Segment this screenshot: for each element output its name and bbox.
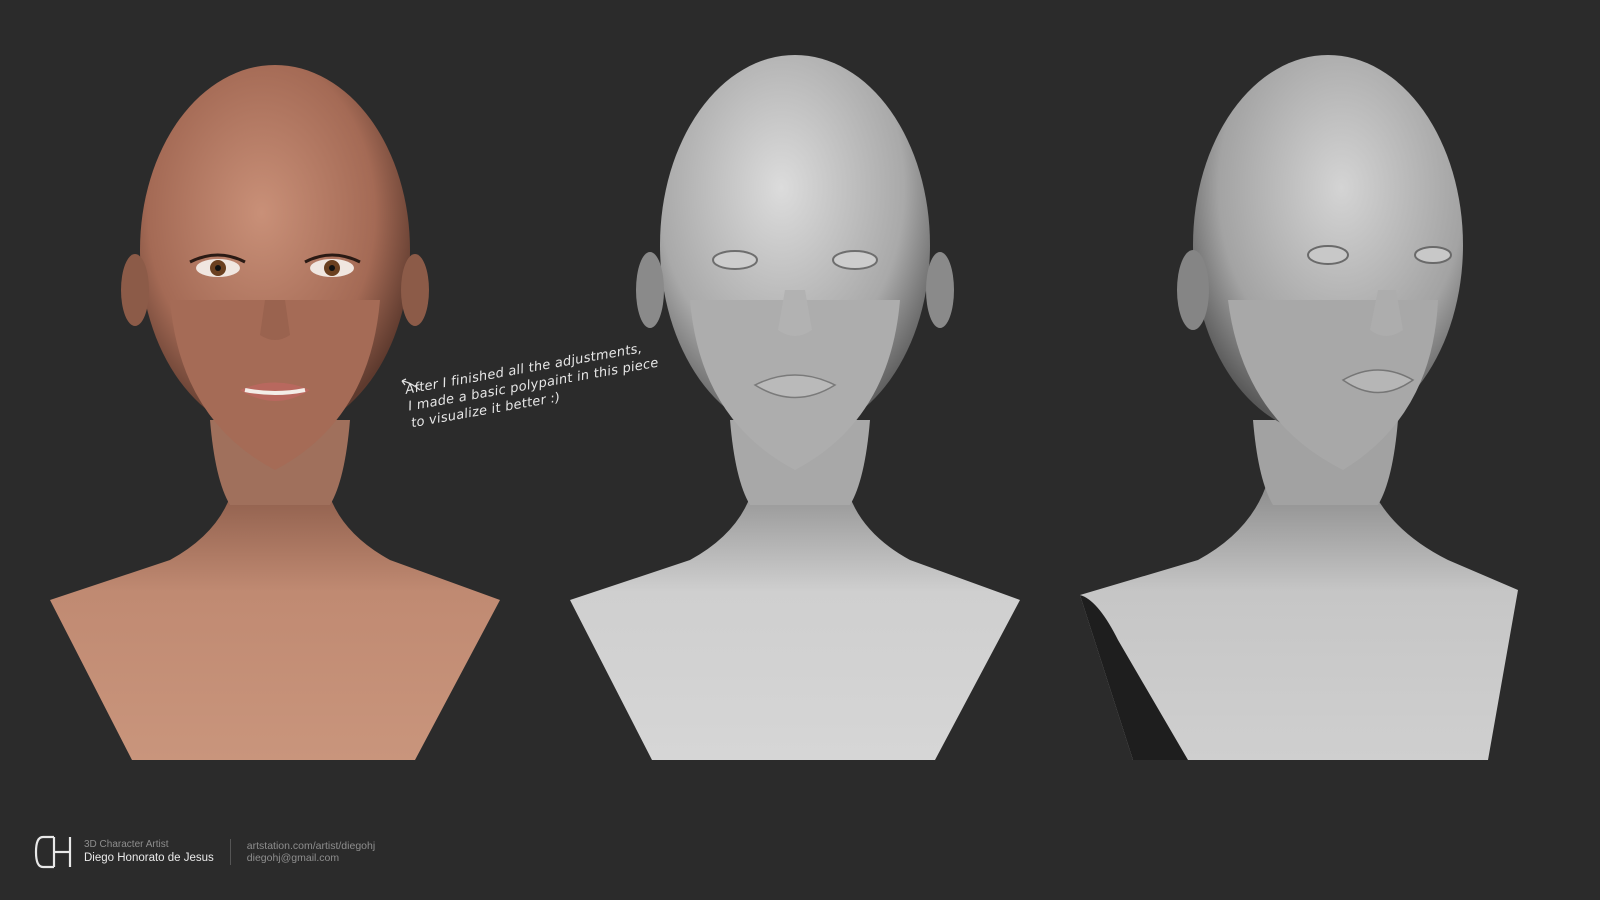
artist-signature: 3D Character Artist Diego Honorato de Je… <box>34 832 375 872</box>
artist-role: 3D Character Artist <box>84 839 169 850</box>
artist-identity: 3D Character Artist Diego Honorato de Je… <box>84 839 214 865</box>
email-link[interactable]: diegohj@gmail.com <box>247 852 375 864</box>
portfolio-sheet: After I finished all the adjustments, I … <box>0 0 1600 900</box>
dh-monogram-icon <box>34 835 72 869</box>
divider <box>229 839 231 865</box>
clay-front-bust-render <box>560 0 1040 770</box>
artist-name: Diego Honorato de Jesus <box>84 852 214 864</box>
clay-three-quarter-bust-render <box>1078 0 1558 770</box>
artist-contact: artstation.com/artist/diegohj diegohj@gm… <box>247 840 375 864</box>
website-link[interactable]: artstation.com/artist/diegohj <box>247 840 375 852</box>
